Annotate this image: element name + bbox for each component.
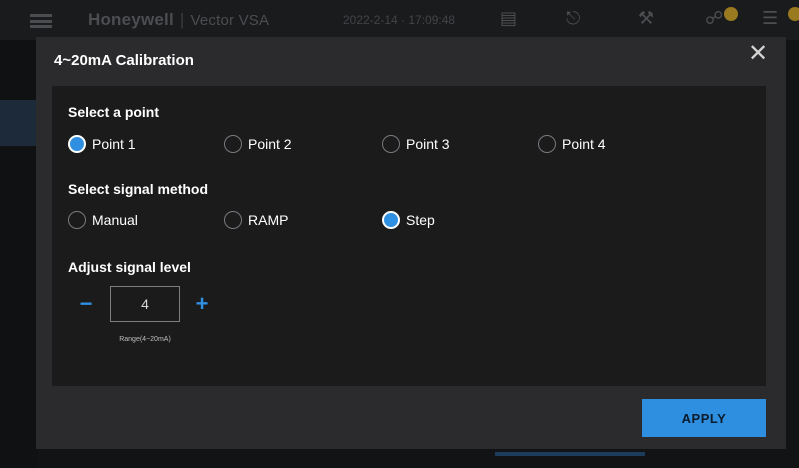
plug-icon[interactable]: ☍ (705, 8, 723, 29)
radio-label: Point 4 (562, 136, 606, 152)
radio-button-checked[interactable] (382, 211, 400, 229)
sidebar-active-item[interactable] (0, 100, 38, 146)
radio-point-2[interactable]: Point 2 (224, 134, 292, 154)
dialog-title: 4~20mA Calibration (54, 52, 194, 69)
radio-button[interactable] (224, 135, 242, 153)
increment-button[interactable]: + (192, 293, 212, 315)
radio-button[interactable] (538, 135, 556, 153)
radio-label: Point 2 (248, 136, 292, 152)
signal-level-input[interactable] (110, 286, 180, 322)
radio-method-step[interactable]: Step (382, 210, 435, 230)
radio-label: Point 3 (406, 136, 450, 152)
background-accent-bar (495, 452, 645, 456)
server-icon[interactable]: ▤ (500, 8, 517, 29)
radio-label: RAMP (248, 212, 289, 228)
header-datetime: 2022-2-14 · 17:09:48 (343, 13, 456, 27)
radio-method-manual[interactable]: Manual (68, 210, 138, 230)
signal-method-label: Select signal method (68, 181, 209, 197)
tools-icon[interactable]: ⚒ (638, 8, 654, 29)
checklist-icon[interactable]: ☰ (762, 8, 778, 29)
calibration-panel: Select a point Point 1 Point 2 Point 3 P… (52, 86, 766, 386)
app-header: Honeywell | Vector VSA 2022-2-14 · 17:09:4… (0, 0, 799, 40)
radio-label: Step (406, 212, 435, 228)
radio-point-3[interactable]: Point 3 (382, 134, 450, 154)
radio-label: Point 1 (92, 136, 136, 152)
brand-logo: Honeywell | Vector VSA (88, 10, 269, 30)
radio-point-4[interactable]: Point 4 (538, 134, 606, 154)
signal-level-label: Adjust signal level (68, 259, 191, 275)
notification-badge (724, 7, 738, 21)
calibration-dialog: 4~20mA Calibration ✕ Select a point Poin… (36, 37, 786, 449)
radio-point-1[interactable]: Point 1 (68, 134, 136, 154)
product-name: Vector VSA (190, 12, 270, 29)
checklist-badge (788, 7, 799, 21)
radio-button[interactable] (382, 135, 400, 153)
app-sidebar (0, 40, 38, 468)
close-button[interactable]: ✕ (744, 40, 772, 68)
brand-separator: | (179, 10, 185, 29)
brand-name: Honeywell (88, 10, 174, 29)
select-point-label: Select a point (68, 104, 160, 120)
menu-icon[interactable] (30, 14, 52, 28)
range-hint: Range(4~20mA) (119, 336, 171, 343)
radio-button[interactable] (68, 211, 86, 229)
close-icon: ✕ (747, 40, 769, 67)
bell-icon[interactable]: ⎋ (566, 8, 580, 29)
apply-button[interactable]: APPLY (642, 399, 766, 437)
radio-button[interactable] (224, 211, 242, 229)
decrement-button[interactable]: − (76, 293, 96, 315)
radio-button-checked[interactable] (68, 135, 86, 153)
radio-method-ramp[interactable]: RAMP (224, 210, 288, 230)
radio-label: Manual (92, 212, 138, 228)
